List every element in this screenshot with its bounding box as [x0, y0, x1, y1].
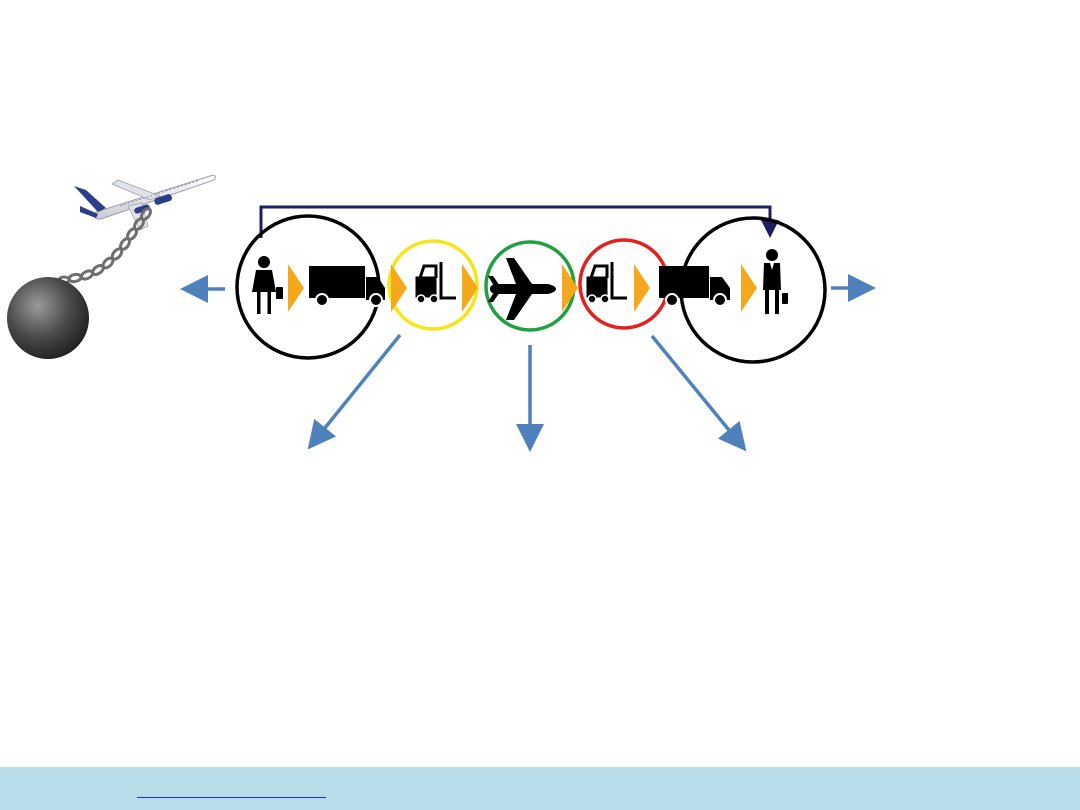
businesswoman-icon: [252, 256, 283, 314]
chevron-6: [741, 264, 757, 312]
plane-with-ball-and-chain-icon: [7, 175, 216, 359]
arrow-down-right: [650, 334, 747, 452]
chevron-5: [634, 264, 650, 312]
delivery-truck-icon: [309, 266, 385, 307]
delivery-truck-icon: [659, 266, 730, 307]
footer-link[interactable]: [137, 779, 326, 798]
forklift-icon: [415, 262, 456, 304]
logistics-chain-diagram: [7, 175, 876, 452]
businessman-icon: [763, 249, 788, 314]
chain: [57, 207, 152, 285]
airplane-icon: [488, 258, 556, 320]
footer-bar: [0, 767, 1080, 810]
wrecking-ball: [7, 277, 89, 359]
chevron-2: [391, 264, 407, 312]
chevron-1: [288, 264, 304, 312]
arrow-down-left: [307, 333, 402, 450]
forklift-icon: [586, 262, 627, 304]
